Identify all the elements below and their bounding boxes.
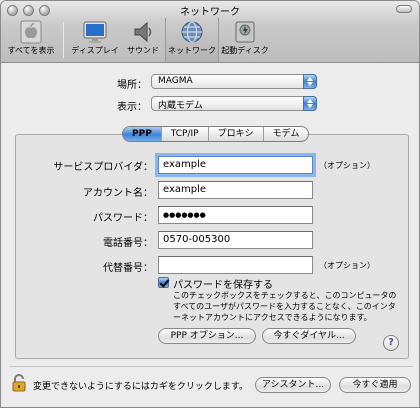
ppp-options-button[interactable]: PPP オプション...: [158, 328, 256, 344]
save-password-checkbox[interactable]: [158, 277, 169, 288]
network-globe-icon: [179, 20, 205, 44]
toolbar: すべてを表示 ディスプレイ サウンド ネットワーク 起動ディスク: [1, 18, 419, 62]
apple-icon: [18, 20, 44, 44]
apply-now-button[interactable]: 今すぐ適用: [339, 377, 411, 393]
show-label: 表示：: [117, 102, 147, 113]
dial-now-button[interactable]: 今すぐダイヤル...: [262, 328, 356, 344]
phone-input[interactable]: 0570-005300: [158, 231, 313, 249]
phone-label: 電話番号：: [103, 238, 153, 249]
toolbar-item-network[interactable]: ネットワーク: [165, 18, 219, 62]
toolbar-item-label: サウンド: [127, 46, 159, 55]
location-label: 場所：: [117, 80, 147, 91]
alt-phone-label: 代替番号：: [103, 263, 153, 274]
tab-tcpip[interactable]: TCP/IP: [160, 127, 208, 141]
account-input[interactable]: example: [158, 181, 313, 199]
save-password-label: パスワードを保存する: [173, 280, 273, 291]
speaker-icon: [130, 20, 156, 44]
toolbar-item-show-all[interactable]: すべてを表示: [5, 18, 57, 62]
tab-ppp[interactable]: PPP: [123, 127, 161, 141]
save-password-description: このチェックボックスをチェックすると、このコンピュータのすべてのユーザがパスワー…: [173, 291, 397, 322]
tab-bar: PPP TCP/IP プロキシ モデム: [122, 126, 310, 142]
tab-proxy[interactable]: プロキシ: [207, 127, 263, 141]
network-preferences-window: ネットワーク すべてを表示 ディスプレイ サウンド ネットワーク 起動ディスク …: [0, 0, 420, 408]
toolbar-item-label: ネットワーク: [168, 46, 216, 55]
account-label: アカウント名：: [83, 188, 153, 199]
popup-arrows-icon: [303, 74, 317, 89]
tab-modem[interactable]: モデム: [262, 127, 309, 141]
toolbar-separator: [63, 22, 64, 58]
toolbar-item-label: 起動ディスク: [221, 46, 269, 55]
alt-phone-optional-hint: （オプション）: [319, 261, 375, 270]
lock-hint-text: 変更できないようにするにはカギをクリックします。: [33, 382, 249, 392]
lock-icon[interactable]: [11, 373, 27, 393]
provider-label: サービスプロバイダ：: [53, 162, 153, 173]
toolbar-item-sound[interactable]: サウンド: [123, 18, 163, 62]
toolbar-toggle-button[interactable]: [396, 5, 412, 13]
toolbar-item-label: すべてを表示: [7, 46, 55, 55]
show-popup[interactable]: 内蔵モデム: [151, 96, 317, 111]
location-value: MAGMA: [158, 76, 193, 86]
toolbar-item-label: ディスプレイ: [71, 46, 119, 55]
provider-optional-hint: （オプション）: [319, 161, 375, 170]
password-label: パスワード：: [93, 213, 153, 224]
display-icon: [82, 20, 108, 44]
alt-phone-input[interactable]: [158, 256, 313, 274]
toolbar-item-display[interactable]: ディスプレイ: [69, 18, 121, 62]
window-title: ネットワーク: [180, 7, 240, 18]
popup-arrows-icon: [303, 96, 317, 111]
title-toolbar: ネットワーク すべてを表示 ディスプレイ サウンド ネットワーク 起動ディスク: [1, 1, 419, 63]
assistant-button[interactable]: アシスタント...: [255, 377, 331, 393]
startup-disk-icon: [232, 20, 258, 44]
password-input[interactable]: ●●●●●●●: [158, 206, 313, 224]
footer-divider: [9, 366, 413, 367]
help-button[interactable]: ?: [383, 335, 399, 351]
location-popup[interactable]: MAGMA: [151, 74, 317, 89]
provider-input[interactable]: example: [158, 156, 313, 174]
show-value: 内蔵モデム: [158, 101, 203, 111]
toolbar-item-startup-disk[interactable]: 起動ディスク: [221, 18, 269, 62]
